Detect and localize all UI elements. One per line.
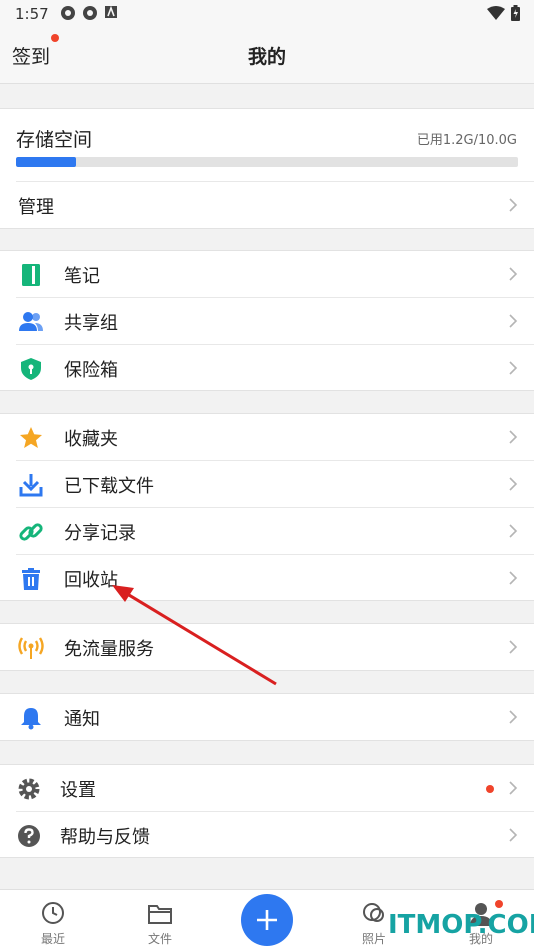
star-icon xyxy=(20,427,42,448)
chevron-right-icon xyxy=(509,361,518,375)
link-icon xyxy=(19,523,43,541)
downloaded-files-row[interactable]: 已下载文件 xyxy=(0,461,534,508)
notification-app-icon xyxy=(61,6,75,20)
settings-group: 设置 帮助与反馈 xyxy=(0,764,534,858)
settings-label: 设置 xyxy=(60,780,96,801)
clock-icon xyxy=(42,902,64,924)
download-icon xyxy=(19,474,43,497)
tab-files[interactable]: 文件 xyxy=(130,900,190,947)
downloaded-files-label: 已下载文件 xyxy=(64,476,154,497)
notification-app-icon xyxy=(83,6,97,20)
chevron-right-icon xyxy=(509,430,518,444)
status-system-icons xyxy=(487,5,520,21)
safe-box-label: 保险箱 xyxy=(64,360,118,381)
wifi-icon xyxy=(487,6,505,20)
divider xyxy=(16,181,534,182)
notes-label: 笔记 xyxy=(64,266,100,287)
tools-group: 笔记 共享组 保险箱 xyxy=(0,250,534,391)
share-records-label: 分享记录 xyxy=(64,523,136,544)
chevron-right-icon xyxy=(509,477,518,491)
storage-title: 存储空间 xyxy=(16,129,93,151)
chevron-right-icon xyxy=(509,267,518,281)
chevron-right-icon xyxy=(509,828,518,842)
storage-card: 存储空间 已用1.2G/10.0G 管理 xyxy=(0,108,534,229)
gear-icon xyxy=(18,778,40,800)
notifications-label: 通知 xyxy=(64,709,100,730)
watermark-logo: ITMOP.COM xyxy=(388,910,534,940)
help-feedback-row[interactable]: 帮助与反馈 xyxy=(0,812,534,859)
bell-icon xyxy=(21,708,41,730)
trash-icon xyxy=(22,568,40,590)
storage-progress-fill xyxy=(16,157,77,167)
storage-used-text: 已用1.2G/10.0G xyxy=(416,133,517,148)
add-button[interactable] xyxy=(241,894,293,946)
favorites-label: 收藏夹 xyxy=(64,429,118,450)
chevron-right-icon xyxy=(509,710,518,724)
storage-progress-bar xyxy=(16,157,518,167)
status-notification-icons xyxy=(60,5,118,21)
chevron-right-icon xyxy=(509,314,518,328)
plus-icon xyxy=(257,910,277,930)
page-title: 我的 xyxy=(247,46,286,68)
recycle-bin-label: 回收站 xyxy=(64,570,118,591)
notes-row[interactable]: 笔记 xyxy=(0,251,534,298)
shield-lock-icon xyxy=(21,358,41,380)
status-bar: 1:57 xyxy=(0,0,534,28)
tab-mine-badge-dot xyxy=(495,900,503,908)
free-data-row[interactable]: 免流量服务 xyxy=(0,624,534,671)
safe-box-row[interactable]: 保险箱 xyxy=(0,345,534,392)
free-data-label: 免流量服务 xyxy=(64,639,154,660)
share-records-row[interactable]: 分享记录 xyxy=(0,508,534,555)
notifications-group: 通知 xyxy=(0,693,534,741)
help-icon xyxy=(18,825,40,847)
battery-icon xyxy=(511,5,520,21)
antenna-icon xyxy=(18,637,44,659)
chevron-right-icon xyxy=(509,781,518,795)
tab-files-label: 文件 xyxy=(147,932,172,946)
settings-badge-dot xyxy=(486,785,494,793)
manage-label: 管理 xyxy=(18,197,54,218)
files-group: 收藏夹 已下载文件 分享记录 回收站 xyxy=(0,413,534,601)
favorites-row[interactable]: 收藏夹 xyxy=(0,414,534,461)
help-feedback-label: 帮助与反馈 xyxy=(60,827,150,848)
photos-icon xyxy=(363,903,384,922)
manage-row[interactable]: 管理 xyxy=(0,182,534,229)
tab-recent[interactable]: 最近 xyxy=(23,900,83,947)
notification-a-icon xyxy=(105,5,117,18)
notifications-row[interactable]: 通知 xyxy=(0,694,534,741)
chevron-right-icon xyxy=(509,571,518,585)
people-icon xyxy=(19,312,43,331)
top-app-bar: 签到 我的 xyxy=(0,28,534,84)
status-time: 1:57 xyxy=(15,5,49,23)
chevron-right-icon xyxy=(509,198,518,212)
shared-group-row[interactable]: 共享组 xyxy=(0,298,534,345)
chevron-right-icon xyxy=(509,640,518,654)
settings-row[interactable]: 设置 xyxy=(0,765,534,812)
recycle-bin-row[interactable]: 回收站 xyxy=(0,555,534,602)
tab-recent-label: 最近 xyxy=(40,932,65,946)
sign-in-badge-dot xyxy=(51,34,59,42)
folder-icon xyxy=(148,905,172,924)
chevron-right-icon xyxy=(509,524,518,538)
notebook-icon xyxy=(22,264,40,286)
free-data-group: 免流量服务 xyxy=(0,623,534,671)
shared-group-label: 共享组 xyxy=(64,313,118,334)
